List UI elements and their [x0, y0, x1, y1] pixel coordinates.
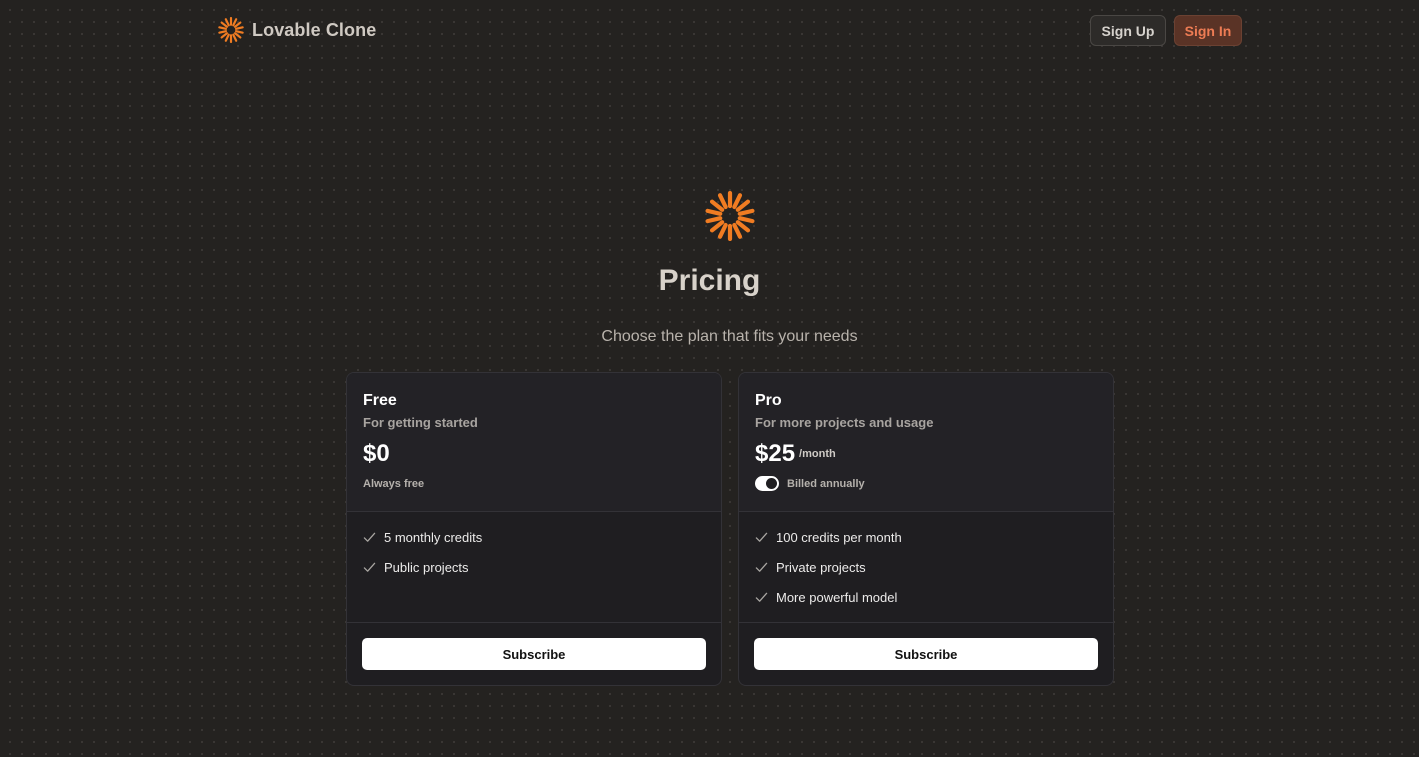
page-title: Pricing [658, 264, 761, 297]
sunburst-ray [220, 21, 229, 28]
page-subtitle: Choose the plan that fits your needs [601, 328, 858, 345]
sunburst-ray [735, 199, 751, 212]
toggle-label: Billed annually [787, 477, 865, 490]
feature-item: More powerful model [755, 589, 1097, 605]
brand-name: Lovable Clone [252, 19, 377, 40]
subscribe-pro-button[interactable]: Subscribe [754, 638, 1098, 670]
billing-toggle-row: Billed annually [755, 476, 1097, 491]
price-period: /month [799, 448, 836, 460]
sunburst-ray [709, 199, 725, 212]
plan-price: $0 [363, 440, 390, 467]
sunburst-ray [232, 33, 238, 42]
sunburst-ray [732, 222, 743, 239]
plan-description: For more projects and usage [755, 415, 934, 430]
price-note: Always free [363, 478, 425, 490]
check-icon [755, 532, 768, 542]
plan-name: Free [363, 392, 397, 409]
sunburst-ray [705, 208, 723, 216]
sunburst-ray [234, 26, 244, 30]
sunburst-ray [218, 26, 228, 30]
check-icon [363, 562, 376, 572]
plan-footer: Subscribe [347, 623, 721, 670]
sunburst-ray [737, 208, 755, 216]
subscribe-free-button[interactable]: Subscribe [362, 638, 706, 670]
sunburst-ray [732, 193, 743, 210]
check-icon [755, 562, 768, 572]
sign-in-button[interactable]: Sign In [1174, 15, 1242, 46]
sunburst-ray [218, 30, 228, 34]
check-icon [363, 532, 376, 542]
sunburst-ray [717, 222, 728, 239]
plan-name: Pro [755, 392, 782, 409]
plan-header: Pro For more projects and usage $25 /mon… [739, 373, 1113, 512]
feature-text: Private projects [776, 559, 866, 575]
plan-description: For getting started [363, 415, 478, 430]
sunburst-ray [737, 216, 755, 224]
plan-price: $25 [755, 440, 796, 467]
price-row: $25 /month [755, 440, 1097, 472]
sunburst-ray [234, 30, 244, 34]
feature-list: 5 monthly credits Public projects [347, 512, 721, 623]
brand[interactable]: Lovable Clone [218, 17, 376, 43]
plan-header: Free For getting started $0 Always free [347, 373, 721, 512]
feature-text: 100 credits per month [776, 529, 902, 545]
top-nav: Lovable Clone Sign Up Sign In [0, 0, 1419, 60]
toggle-knob [766, 478, 777, 489]
billed-annually-toggle[interactable] [755, 476, 779, 491]
sunburst-ray [220, 32, 229, 39]
sunburst-logo-icon [705, 191, 755, 241]
sunburst-ray [233, 32, 242, 39]
plan-card-pro: Pro For more projects and usage $25 /mon… [738, 372, 1114, 686]
sunburst-logo-icon [218, 17, 244, 43]
feature-list: 100 credits per month Private projects M… [739, 512, 1113, 623]
price-row: $0 [363, 440, 705, 472]
sunburst-ray [233, 21, 242, 28]
feature-text: Public projects [384, 559, 469, 575]
sunburst-ray [224, 33, 230, 42]
sunburst-ray [717, 193, 728, 210]
feature-item: Public projects [363, 559, 705, 575]
feature-text: More powerful model [776, 589, 898, 605]
check-icon [755, 592, 768, 602]
sunburst-ray [224, 18, 230, 27]
feature-item: 5 monthly credits [363, 529, 705, 545]
sign-up-button[interactable]: Sign Up [1090, 15, 1166, 46]
sunburst-ray [232, 18, 238, 27]
sunburst-ray [705, 216, 723, 224]
plan-footer: Subscribe [739, 623, 1113, 670]
feature-item: Private projects [755, 559, 1097, 575]
sunburst-ray [735, 220, 751, 233]
plan-card-free: Free For getting started $0 Always free … [346, 372, 722, 686]
sunburst-ray [709, 220, 725, 233]
feature-text: 5 monthly credits [384, 529, 483, 545]
feature-item: 100 credits per month [755, 529, 1097, 545]
